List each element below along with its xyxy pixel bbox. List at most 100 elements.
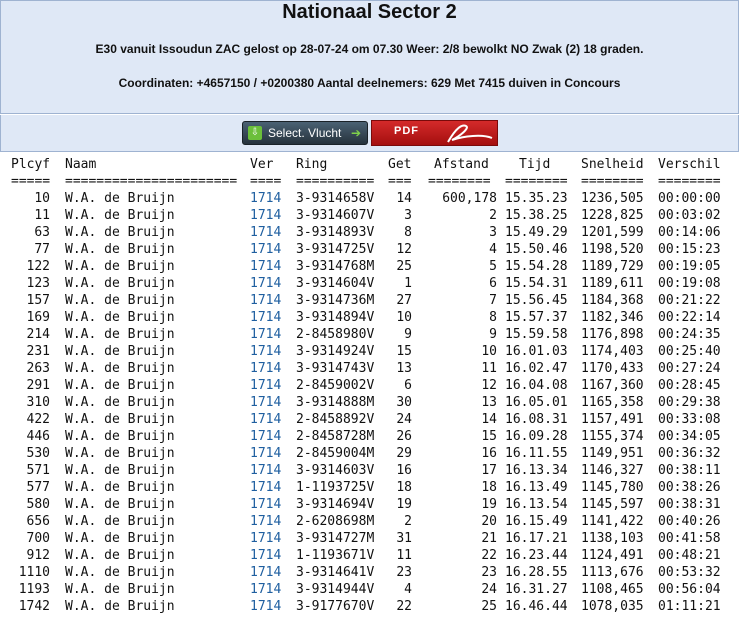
cell-verschil: 00:33:08 (658, 412, 721, 427)
cell-name: W.A. de Bruijn (65, 446, 175, 461)
col-header: Afstand (434, 157, 489, 172)
cell-get: 23 (396, 565, 412, 580)
cell-ring: 3-9314768M (296, 259, 375, 274)
cell-ring: 3-9314641V (296, 565, 375, 580)
cell-verschil: 00:34:05 (658, 429, 721, 444)
cell-ver-link[interactable]: 1714 (250, 598, 281, 615)
table-row: 530 W.A. de Bruijn 1714 2-8459004M 29 16 16.11… (0, 445, 739, 462)
cell-get: 25 (396, 259, 412, 274)
cell-ver-link[interactable]: 1714 (250, 564, 281, 581)
cell-snelheid: 1176,898 (581, 327, 644, 342)
cell-get: 16 (396, 463, 412, 478)
cell-ring: 3-9314725V (296, 242, 375, 257)
cell-name: W.A. de Bruijn (65, 344, 175, 359)
cell-afstand: 8 (489, 310, 497, 325)
cell-ver-link[interactable]: 1714 (250, 343, 281, 360)
cell-afstand: 7 (489, 293, 497, 308)
cell-snelheid: 1078,035 (581, 599, 644, 614)
cell-place: 63 (34, 225, 50, 240)
cell-tijd: 16.08.31 (505, 412, 568, 427)
cell-ver-link[interactable]: 1714 (250, 513, 281, 530)
col-header: Snelheid (581, 157, 644, 172)
cell-verschil: 00:15:23 (658, 242, 721, 257)
cell-afstand: 23 (481, 565, 497, 580)
table-header-row: Plcyf Naam Ver Ring Get Afstand Tijd Sne… (0, 156, 739, 173)
cell-tijd: 16.46.44 (505, 599, 568, 614)
cell-name: W.A. de Bruijn (65, 480, 175, 495)
cell-ver-link[interactable]: 1714 (250, 190, 281, 207)
table-row: 422 W.A. de Bruijn 1714 2-8458892V 24 14 16.08… (0, 411, 739, 428)
select-flight-label: Select. Vlucht (268, 126, 342, 140)
pdf-button[interactable]: PDF (371, 120, 498, 146)
cell-ver-link[interactable]: 1714 (250, 326, 281, 343)
cell-verschil: 00:38:26 (658, 480, 721, 495)
cell-ring: 3-9314603V (296, 463, 375, 478)
cell-afstand: 10 (481, 344, 497, 359)
cell-get: 4 (404, 582, 412, 597)
cell-ver-link[interactable]: 1714 (250, 479, 281, 496)
cell-snelheid: 1145,597 (581, 497, 644, 512)
cell-ver-link[interactable]: 1714 (250, 207, 281, 224)
cell-ver-link[interactable]: 1714 (250, 309, 281, 326)
cell-verschil: 00:41:58 (658, 531, 721, 546)
cell-ver-link[interactable]: 1714 (250, 462, 281, 479)
separator: ======== (428, 174, 491, 189)
cell-ver-link[interactable]: 1714 (250, 530, 281, 547)
cell-ver-link[interactable]: 1714 (250, 445, 281, 462)
table-row: 122 W.A. de Bruijn 1714 3-9314768M 25 5 15.54.… (0, 258, 739, 275)
cell-tijd: 16.31.27 (505, 582, 568, 597)
cell-ring: 2-8458892V (296, 412, 375, 427)
cell-tijd: 15.59.58 (505, 327, 568, 342)
cell-ring: 2-8458980V (296, 327, 375, 342)
cell-place: 700 (26, 531, 50, 546)
separator: === (388, 174, 412, 189)
cell-get: 2 (404, 514, 412, 529)
cell-snelheid: 1201,599 (581, 225, 644, 240)
cell-ver-link[interactable]: 1714 (250, 581, 281, 598)
cell-ver-link[interactable]: 1714 (250, 394, 281, 411)
select-flight-button[interactable]: ⇩ Select. Vlucht ➔ (242, 121, 368, 145)
cell-ver-link[interactable]: 1714 (250, 258, 281, 275)
cell-get: 24 (396, 412, 412, 427)
col-header: Ver (250, 157, 274, 172)
cell-tijd: 16.17.21 (505, 531, 568, 546)
cell-ver-link[interactable]: 1714 (250, 275, 281, 292)
cell-verschil: 00:38:11 (658, 463, 721, 478)
cell-ver-link[interactable]: 1714 (250, 547, 281, 564)
cell-ring: 3-9314736M (296, 293, 375, 308)
table-row: 11 W.A. de Bruijn 1714 3-9314607V 3 2 15.38.25… (0, 207, 739, 224)
cell-ver-link[interactable]: 1714 (250, 360, 281, 377)
cell-place: 422 (26, 412, 50, 427)
cell-place: 571 (26, 463, 50, 478)
cell-ver-link[interactable]: 1714 (250, 496, 281, 513)
cell-place: 1742 (18, 599, 50, 614)
cell-ring: 2-8459004M (296, 446, 375, 461)
cell-ver-link[interactable]: 1714 (250, 411, 281, 428)
cell-place: 310 (26, 395, 50, 410)
cell-ring: 3-9314888M (296, 395, 375, 410)
cell-afstand: 14 (481, 412, 497, 427)
cell-ring: 3-9314604V (296, 276, 375, 291)
cell-afstand: 21 (481, 531, 497, 546)
cell-ver-link[interactable]: 1714 (250, 224, 281, 241)
cell-place: 123 (26, 276, 50, 291)
coordinates-info: Coordinaten: +4657150 / +0200380 Aantal … (118, 76, 621, 90)
cell-ver-link[interactable]: 1714 (250, 428, 281, 445)
table-row: 310 W.A. de Bruijn 1714 3-9314888M 30 13 16.05… (0, 394, 739, 411)
cell-afstand: 20 (481, 514, 497, 529)
cell-ring: 3-9177670V (296, 599, 375, 614)
cell-verschil: 00:56:04 (658, 582, 721, 597)
cell-snelheid: 1189,611 (581, 276, 644, 291)
download-icon: ⇩ (248, 126, 262, 140)
cell-snelheid: 1170,433 (581, 361, 644, 376)
table-separator-row: ===== ====================== ==== ======… (0, 173, 739, 190)
cell-ver-link[interactable]: 1714 (250, 292, 281, 309)
cell-verschil: 00:53:32 (658, 565, 721, 580)
cell-place: 446 (26, 429, 50, 444)
separator: ======== (505, 174, 568, 189)
cell-place: 214 (26, 327, 50, 342)
cell-get: 31 (396, 531, 412, 546)
cell-ver-link[interactable]: 1714 (250, 377, 281, 394)
cell-get: 30 (396, 395, 412, 410)
cell-ver-link[interactable]: 1714 (250, 241, 281, 258)
